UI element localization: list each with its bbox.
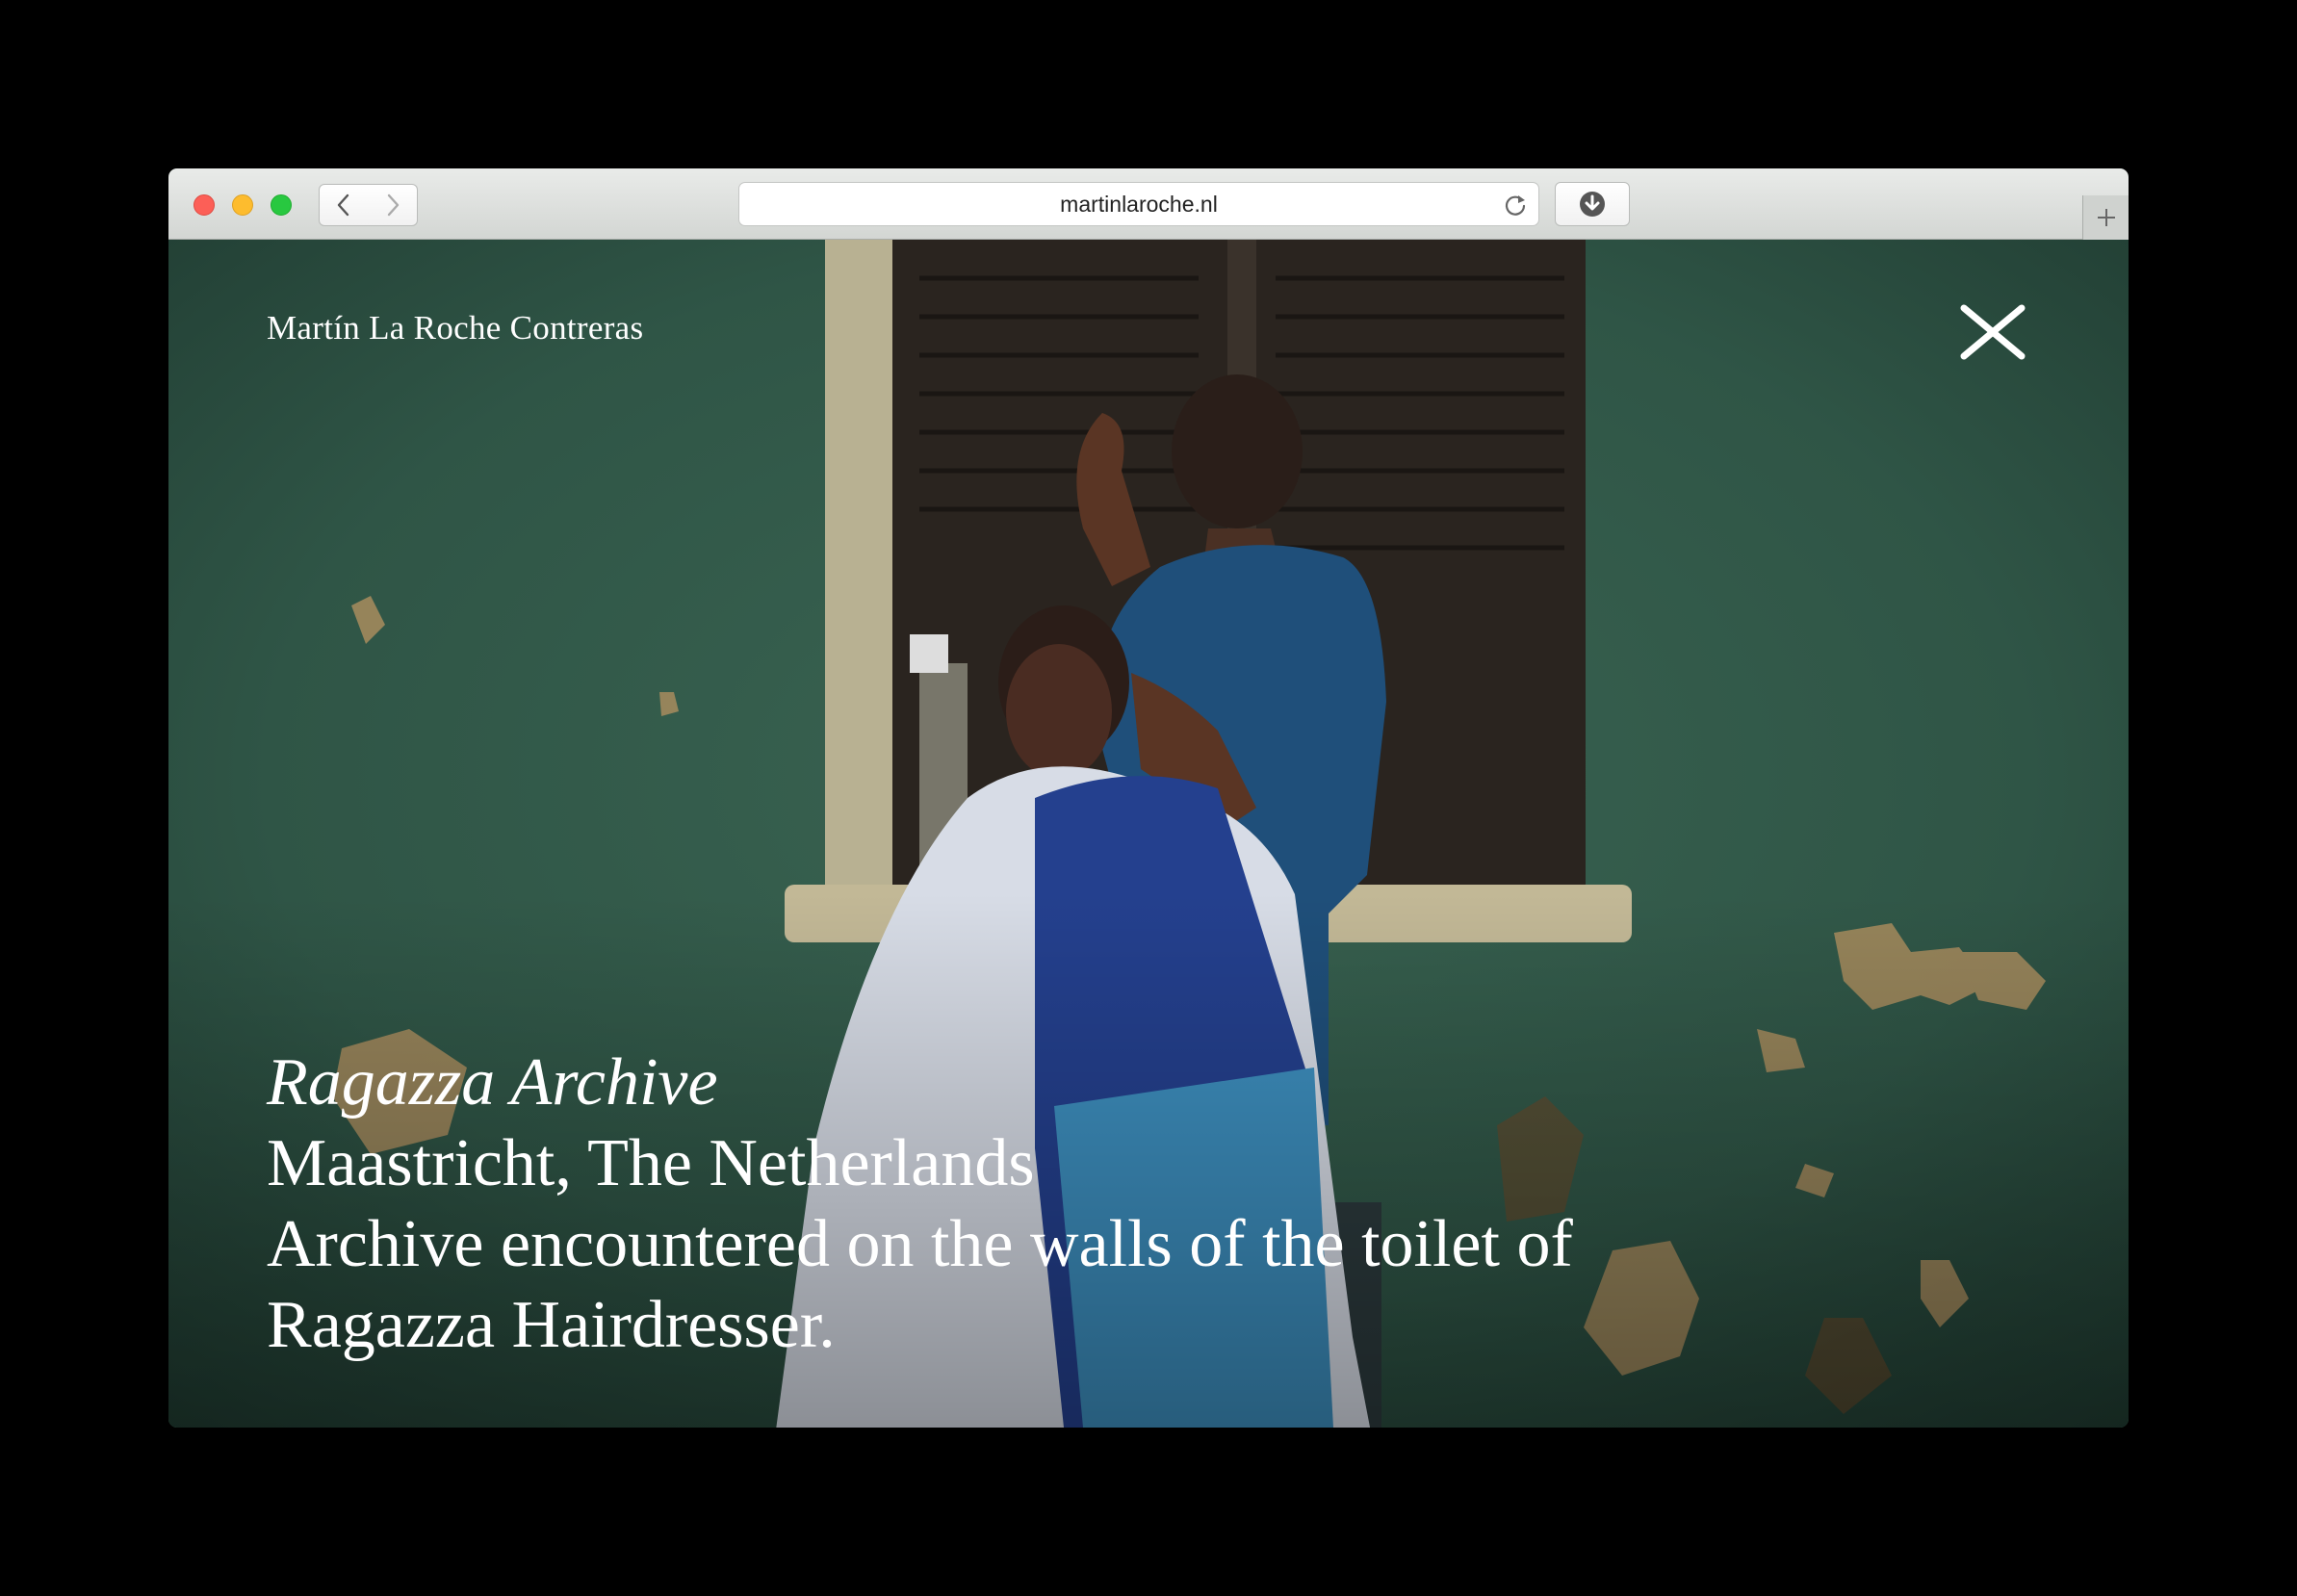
project-description-line-2: Ragazza Hairdresser. — [267, 1288, 836, 1362]
browser-window: martinlaroche.nl Martín La Roche Contrer… — [168, 168, 2129, 1428]
download-button[interactable] — [1555, 182, 1630, 226]
url-text: martinlaroche.nl — [1060, 191, 1218, 217]
project-caption: Ragazza Archive Maastricht, The Netherla… — [267, 1043, 1573, 1366]
download-icon — [1580, 192, 1605, 217]
close-window-button[interactable] — [194, 194, 215, 216]
browser-toolbar: martinlaroche.nl — [168, 168, 2129, 240]
address-bar[interactable]: martinlaroche.nl — [738, 182, 1539, 226]
project-title: Ragazza Archive — [267, 1045, 718, 1120]
forward-button[interactable] — [368, 184, 418, 226]
reload-icon[interactable] — [1502, 192, 1529, 219]
chevron-left-icon — [337, 193, 349, 217]
new-tab-button[interactable] — [2082, 195, 2129, 240]
project-description-line-1: Archive encountered on the walls of the … — [267, 1207, 1573, 1281]
page-content: Martín La Roche Contreras Ragazza Archiv… — [168, 240, 2129, 1428]
chevron-right-icon — [387, 193, 399, 217]
site-title-link[interactable]: Martín La Roche Contreras — [267, 309, 643, 348]
close-icon[interactable] — [1956, 302, 2029, 362]
project-location: Maastricht, The Netherlands — [267, 1126, 1035, 1200]
zoom-window-button[interactable] — [271, 194, 292, 216]
back-button[interactable] — [319, 184, 369, 226]
minimize-window-button[interactable] — [232, 194, 253, 216]
plus-icon — [2097, 209, 2115, 226]
